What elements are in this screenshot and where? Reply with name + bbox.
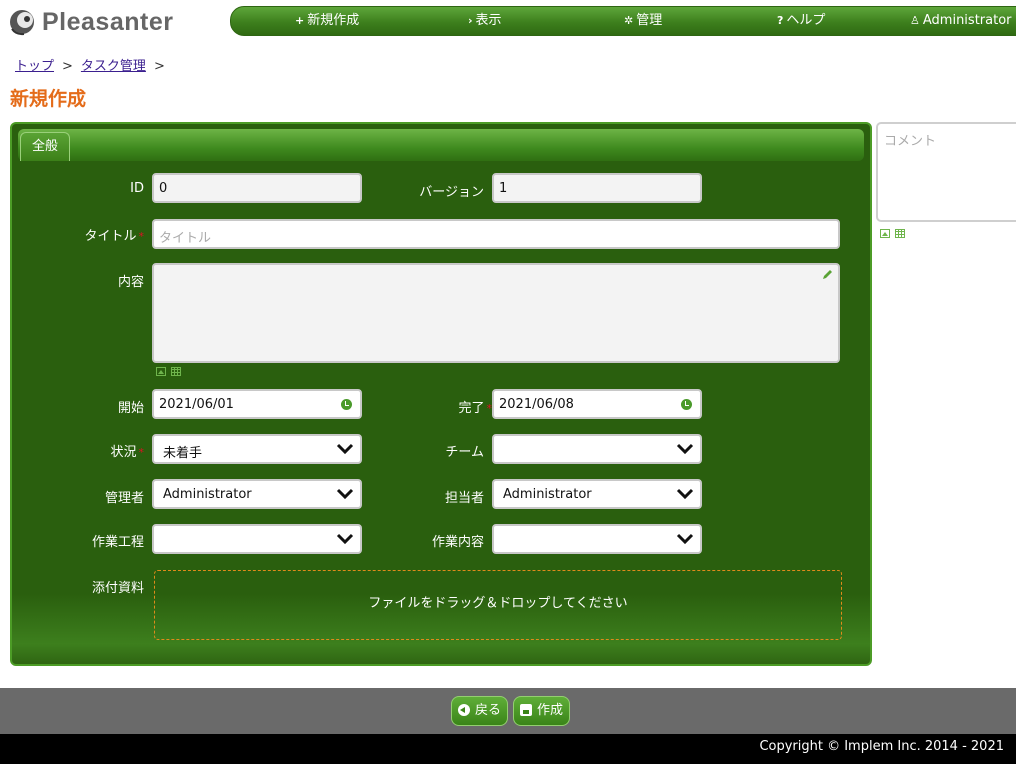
- nav-view[interactable]: › 表示: [468, 7, 502, 35]
- status-label-text: 状況: [110, 445, 137, 460]
- process-label: 作業工程: [91, 535, 144, 550]
- breadcrumb: トップ > タスク管理 >: [15, 55, 173, 74]
- complete-label-text: 完了: [458, 401, 485, 416]
- title-label-text: タイトル: [84, 229, 137, 244]
- top-nav: + 新規作成 › 表示 ✲ 管理 ? ヘルプ ♙ Administrator: [230, 6, 1016, 36]
- command-toolbar: 戻る 作成: [0, 688, 1016, 734]
- save-icon: [520, 704, 532, 716]
- nav-new[interactable]: + 新規作成: [295, 7, 359, 35]
- tab-general[interactable]: 全般: [20, 132, 70, 161]
- nav-manage-label: 管理: [636, 13, 663, 28]
- body-label: 内容: [117, 275, 144, 290]
- version-label: バージョン: [419, 185, 484, 200]
- title-placeholder: タイトル: [159, 231, 212, 246]
- pencil-icon[interactable]: [822, 269, 833, 280]
- image-icon[interactable]: [880, 229, 890, 238]
- breadcrumb-separator: >: [153, 59, 165, 74]
- plus-icon: +: [295, 14, 305, 27]
- manager-value: Administrator: [163, 487, 252, 502]
- table-icon[interactable]: [895, 229, 905, 238]
- owner-label: 担当者: [444, 491, 484, 506]
- back-arrow-icon: [458, 704, 470, 716]
- attachments-dropzone[interactable]: ファイルをドラッグ＆ドロップしてください: [154, 570, 842, 640]
- breadcrumb-separator: >: [62, 59, 73, 74]
- complete-date-value: 2021/06/08: [499, 397, 574, 412]
- status-select[interactable]: 未着手: [152, 434, 362, 464]
- complete-date-input[interactable]: 2021/06/08: [492, 389, 702, 419]
- back-button-label: 戻る: [475, 703, 502, 718]
- back-button[interactable]: 戻る: [451, 696, 509, 726]
- owner-value: Administrator: [503, 487, 592, 502]
- comment-tools: [880, 229, 910, 241]
- team-select[interactable]: [492, 434, 702, 464]
- chevron-down-icon: [676, 533, 694, 545]
- status-value: 未着手: [163, 446, 203, 461]
- required-mark: *: [138, 230, 145, 243]
- page-title: 新規作成: [10, 88, 87, 110]
- user-icon: ♙: [910, 14, 920, 27]
- editor-panel: 全般 ID 0 バージョン 1 タイトル * タイトル 内容 開始 2021/06…: [10, 122, 872, 666]
- caret-right-icon: ›: [468, 14, 473, 27]
- chevron-down-icon: [676, 443, 694, 455]
- chevron-down-icon: [336, 533, 354, 545]
- table-icon[interactable]: [171, 367, 181, 376]
- body-textarea[interactable]: [152, 263, 840, 363]
- nav-help[interactable]: ? ヘルプ: [777, 7, 825, 35]
- nav-user[interactable]: ♙ Administrator: [910, 7, 1012, 35]
- id-label: ID: [130, 181, 144, 196]
- start-date-value: 2021/06/01: [159, 397, 234, 412]
- nav-view-label: 表示: [475, 13, 502, 28]
- comment-textarea[interactable]: コメント: [876, 122, 1016, 222]
- question-icon: ?: [777, 14, 784, 27]
- id-field: 0: [152, 173, 362, 203]
- logo-mascot-icon: [10, 10, 34, 36]
- body-tools: [156, 367, 186, 379]
- copyright: Copyright © Implem Inc. 2014 - 2021: [0, 734, 1016, 764]
- start-date-input[interactable]: 2021/06/01: [152, 389, 362, 419]
- version-field: 1: [492, 173, 702, 203]
- chevron-down-icon: [336, 443, 354, 455]
- app-logo[interactable]: Pleasanter: [8, 5, 188, 41]
- nav-manage[interactable]: ✲ 管理: [624, 7, 662, 35]
- create-button[interactable]: 作成: [513, 696, 571, 726]
- work-select[interactable]: [492, 524, 702, 554]
- chevron-down-icon: [676, 488, 694, 500]
- clock-icon[interactable]: [341, 399, 352, 410]
- required-mark: *: [138, 446, 145, 459]
- title-label: タイトル *: [84, 225, 144, 244]
- breadcrumb-task[interactable]: タスク管理: [81, 59, 146, 74]
- create-button-label: 作成: [537, 703, 564, 718]
- breadcrumb-top[interactable]: トップ: [15, 59, 54, 74]
- nav-help-label: ヘルプ: [786, 13, 826, 28]
- logo-text: Pleasanter: [42, 8, 174, 36]
- gear-icon: ✲: [624, 14, 634, 27]
- work-label: 作業内容: [431, 535, 484, 550]
- nav-user-label: Administrator: [922, 13, 1012, 28]
- title-input[interactable]: タイトル: [152, 219, 840, 249]
- complete-label: 完了 *: [458, 397, 492, 416]
- attachments-label: 添付資料: [91, 581, 144, 596]
- start-label: 開始: [117, 401, 144, 416]
- tab-bar: 全般: [18, 129, 864, 161]
- process-select[interactable]: [152, 524, 362, 554]
- image-icon[interactable]: [156, 367, 166, 376]
- manager-select[interactable]: Administrator: [152, 479, 362, 509]
- manager-label: 管理者: [104, 491, 144, 506]
- chevron-down-icon: [336, 488, 354, 500]
- owner-select[interactable]: Administrator: [492, 479, 702, 509]
- status-label: 状況 *: [110, 441, 144, 460]
- team-label: チーム: [445, 445, 484, 460]
- nav-new-label: 新規作成: [307, 13, 360, 28]
- clock-icon[interactable]: [681, 399, 692, 410]
